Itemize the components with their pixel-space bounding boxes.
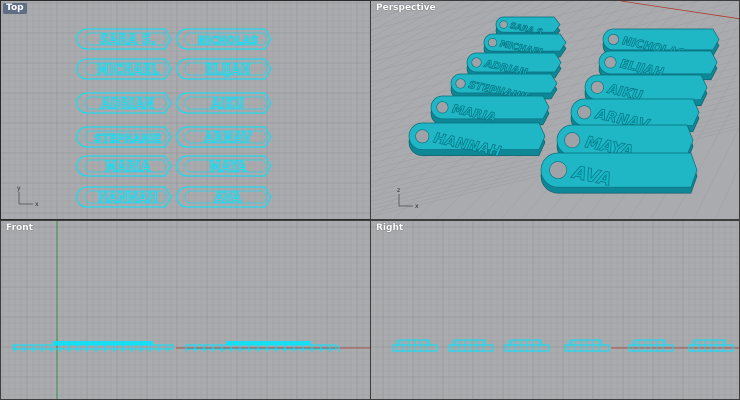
tag-name-text: AIKU [211,97,245,112]
tag-name-text: MARIA [105,160,151,175]
tag-hole [577,105,592,120]
tag-letters-profile [53,341,153,345]
tag-hole [436,101,449,114]
tag-name-text: ADRIAN [101,97,155,112]
tag-name-text: MAYA [209,160,247,175]
tag-name-text: SARA S. [100,33,156,48]
right-viewport[interactable]: Right [370,220,740,400]
tag-hole [455,78,466,89]
tag-hole [604,56,617,69]
axis-label: x [35,201,39,208]
tag-name-text: STEPHANIE [94,132,161,145]
keychain-tag-top: ADRIAN [76,92,172,114]
world-axes-icon: xy [17,185,39,208]
tag-hole [590,80,604,94]
right-viewport-label[interactable]: Right [373,223,406,234]
perspective-viewport-canvas[interactable]: SARA S.MICHAELADRIANSTEPHANIEMARIAHANNAH… [371,1,740,220]
front-viewport-canvas[interactable] [1,221,371,400]
tag-hole [471,57,482,68]
keychain-tag-3d: MARIA [430,95,550,126]
keychain-tag-3d: AVA [540,152,698,194]
axis-label: z [397,187,400,194]
tag-letters-profile [226,341,311,345]
perspective-viewport-label[interactable]: Perspective [373,3,439,14]
keychain-tag-top: HANNAH [76,186,172,208]
tag-hole [487,37,498,48]
keychain-tag-3d: HANNAH [408,122,546,161]
front-viewport[interactable]: Front [0,220,371,400]
tag-hole [564,132,581,149]
top-viewport[interactable]: Top SARA S. MICHAEL ADRIAN STEPHANIE MARIA HA… [0,0,371,220]
tag-name-text: AVA [215,191,242,206]
axis-label: y [17,185,21,192]
tag-name-text: NICHOLAS [197,34,258,47]
tag-name-text: HANNAH [98,191,158,206]
grid [1,221,370,399]
front-viewport-label[interactable]: Front [3,223,36,234]
tag-name-text: MICHAEL [97,63,159,78]
x-axis-line [620,1,739,20]
tag-name-text: ARNAV [204,131,252,146]
axis-label: x [415,203,419,210]
top-viewport-canvas[interactable]: SARA S. MICHAEL ADRIAN STEPHANIE MARIA HANNAH… [1,1,371,220]
grid [371,221,739,399]
keychain-tag-top: AVA [176,186,272,208]
tag-name-text: ELIJAH [205,63,251,78]
rhino-viewport-layout: Top SARA S. MICHAEL ADRIAN STEPHANIE MARIA HA… [0,0,740,400]
tag-hole [415,129,430,144]
tags-front-profile [12,341,340,352]
keychain-tag-top: AIKU [176,92,272,114]
tag-hole [607,33,619,45]
keychain-tag-top: STEPHANIE [76,126,172,148]
tag-hole [499,20,508,29]
perspective-viewport[interactable]: Perspective SARA S. MICHAEL ADRIAN STEPHANI… [370,0,740,220]
tag-hole [549,161,567,179]
keychain-tag-top: ARNAV [176,126,272,148]
right-viewport-canvas[interactable] [371,221,740,400]
top-viewport-label[interactable]: Top [3,3,27,14]
